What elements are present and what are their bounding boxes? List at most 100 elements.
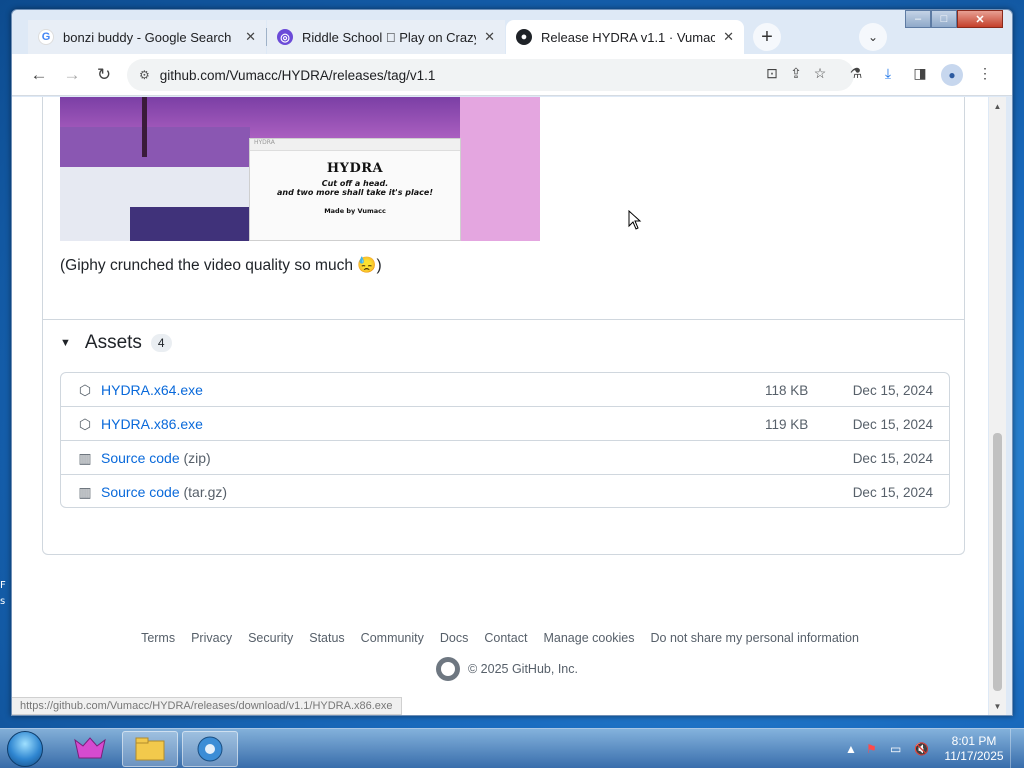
address-url[interactable]: github.com/Vumacc/HYDRA/releases/tag/v1.… <box>160 68 436 83</box>
downloads-icon[interactable]: ⤓ <box>877 62 899 84</box>
action-center-flag-icon[interactable]: ⚑ <box>866 729 877 768</box>
share-icon[interactable]: ⇪ <box>785 62 807 84</box>
mouse-cursor-icon <box>628 210 642 230</box>
footer-link-manage-cookies[interactable]: Manage cookies <box>543 631 634 645</box>
footer-link-do-not-share[interactable]: Do not share my personal information <box>651 631 859 645</box>
package-icon: ⬡ <box>78 381 92 398</box>
browser-toolbar: ← → ↻ ⚙ github.com/Vumacc/HYDRA/releases… <box>12 54 1012 96</box>
tab-title: Riddle School   Play on CrazyG <box>302 29 477 45</box>
gif-dialog-line1: Cut off a head. <box>321 179 389 188</box>
file-zip-icon: ▥ <box>78 449 92 466</box>
github-logo-icon[interactable] <box>436 657 460 681</box>
crazygames-icon: ◎ <box>277 29 293 45</box>
copyright-text: © 2025 GitHub, Inc. <box>468 662 578 676</box>
back-icon[interactable]: ← <box>26 62 52 88</box>
link-status-bubble: https://github.com/Vumacc/HYDRA/releases… <box>12 697 402 715</box>
reload-icon[interactable]: ↻ <box>91 62 117 88</box>
bonzi-logo-icon <box>74 737 106 759</box>
maximize-button[interactable]: □ <box>931 10 957 28</box>
asset-size: 119 KB <box>765 417 809 432</box>
asset-link[interactable]: Source code (zip) <box>101 450 211 466</box>
page-viewport: HYDRA HYDRA Cut off a head. and two more… <box>12 97 988 715</box>
install-app-icon[interactable]: ⊡ <box>761 62 783 84</box>
browser-globe-icon <box>197 736 223 762</box>
gif-dialog-titlebar: HYDRA <box>250 139 460 151</box>
start-button[interactable] <box>7 731 43 767</box>
asset-link[interactable]: HYDRA.x64.exe <box>101 382 203 398</box>
asset-row: ▥ Source code (zip) Dec 15, 2024 <box>61 441 949 475</box>
bonzi-app-icon[interactable] <box>62 731 118 767</box>
assets-heading: Assets <box>84 332 142 353</box>
asset-size: 118 KB <box>765 383 809 398</box>
desktop-edge-label: F <box>0 580 6 591</box>
footer-link-status[interactable]: Status <box>309 631 344 645</box>
desktop-edge-label: s <box>0 596 6 607</box>
bookmark-star-icon[interactable]: ☆ <box>809 62 831 84</box>
system-clock[interactable]: 8:01 PM 11/17/2025 <box>944 734 1004 764</box>
show-hidden-icons-icon[interactable]: ▲ <box>845 729 857 768</box>
close-tab-icon[interactable]: ✕ <box>484 29 495 45</box>
footer-link-privacy[interactable]: Privacy <box>191 631 232 645</box>
taskbar: ▲ ⚑ ▭ 🔇 8:01 PM 11/17/2025 <box>0 728 1024 768</box>
gif-dialog-heading: HYDRA <box>326 161 384 176</box>
network-icon[interactable]: ▭ <box>890 729 901 768</box>
release-caption: (Giphy crunched the video quality so muc… <box>60 257 382 274</box>
disclosure-triangle-icon[interactable]: ▼ <box>60 337 71 349</box>
assets-list: ⬡ HYDRA.x64.exe 118 KB Dec 15, 2024 ⬡ HY… <box>60 372 950 508</box>
tab-hydra-release[interactable]: ● Release HYDRA v1.1 · Vumacc/H ✕ <box>506 20 744 54</box>
asset-date: Dec 15, 2024 <box>852 417 933 432</box>
tab-strip: G bonzi buddy - Google Search ✕ ◎ Riddle… <box>12 10 1012 54</box>
tab-title: Release HYDRA v1.1 · Vumacc/H <box>541 29 716 45</box>
footer-links: Terms Privacy Security Status Community … <box>12 631 988 645</box>
volume-muted-icon[interactable]: 🔇 <box>914 729 929 768</box>
clock-time: 8:01 PM <box>951 734 997 748</box>
scrollbar-thumb[interactable] <box>993 433 1002 691</box>
footer-link-docs[interactable]: Docs <box>440 631 468 645</box>
asset-date: Dec 15, 2024 <box>852 383 933 398</box>
menu-kebab-icon[interactable]: ⋮ <box>974 62 996 84</box>
close-window-button[interactable]: ✕ <box>957 10 1003 28</box>
release-card: HYDRA HYDRA Cut off a head. and two more… <box>42 97 965 555</box>
labs-flask-icon[interactable]: ⚗ <box>845 62 867 84</box>
gif-hydra-dialog: HYDRA HYDRA Cut off a head. and two more… <box>249 138 461 241</box>
footer-link-community[interactable]: Community <box>361 631 424 645</box>
asset-link[interactable]: Source code (tar.gz) <box>101 484 227 500</box>
google-icon: G <box>38 29 54 45</box>
close-tab-icon[interactable]: ✕ <box>245 29 256 45</box>
footer-link-contact[interactable]: Contact <box>484 631 527 645</box>
address-bar[interactable]: ⚙ github.com/Vumacc/HYDRA/releases/tag/v… <box>127 59 854 91</box>
folder-icon <box>135 737 165 761</box>
close-tab-icon[interactable]: ✕ <box>723 29 734 45</box>
tab-google-search[interactable]: G bonzi buddy - Google Search ✕ <box>28 20 266 54</box>
file-explorer-taskbar-button[interactable] <box>122 731 178 767</box>
scroll-down-arrow-icon[interactable]: ▼ <box>989 699 1006 713</box>
assets-count-badge: 4 <box>150 334 172 352</box>
new-tab-button[interactable]: + <box>753 23 781 51</box>
minimize-button[interactable]: ‒ <box>905 10 931 28</box>
side-panel-icon[interactable]: ◨ <box>909 62 931 84</box>
browser-window: G bonzi buddy - Google Search ✕ ◎ Riddle… <box>11 9 1013 716</box>
tab-search-button[interactable]: ⌄ <box>859 23 887 51</box>
github-icon: ● <box>516 29 532 45</box>
gif-dialog-credit: Made by Vumacc <box>324 207 386 215</box>
asset-row: ⬡ HYDRA.x64.exe 118 KB Dec 15, 2024 <box>61 373 949 407</box>
scroll-up-arrow-icon[interactable]: ▲ <box>989 99 1006 113</box>
tab-riddle-school[interactable]: ◎ Riddle School   Play on CrazyG ✕ <box>267 20 505 54</box>
section-divider <box>43 319 964 320</box>
asset-link[interactable]: HYDRA.x86.exe <box>101 416 203 432</box>
asset-date: Dec 15, 2024 <box>852 485 933 500</box>
gif-dialog-line2: and two more shall take it's place! <box>277 188 433 197</box>
asset-row: ▥ Source code (tar.gz) Dec 15, 2024 <box>61 475 949 507</box>
show-desktop-button[interactable] <box>1010 729 1024 768</box>
release-gif-image: HYDRA HYDRA Cut off a head. and two more… <box>60 97 540 241</box>
page-scrollbar[interactable]: ▲ ▼ <box>989 97 1006 715</box>
profile-avatar[interactable]: ● <box>941 64 963 86</box>
footer-link-security[interactable]: Security <box>248 631 293 645</box>
tab-title: bonzi buddy - Google Search <box>63 29 232 45</box>
asset-row: ⬡ HYDRA.x86.exe 119 KB Dec 15, 2024 <box>61 407 949 441</box>
site-info-icon[interactable]: ⚙ <box>139 68 150 82</box>
chrome-taskbar-button[interactable] <box>182 731 238 767</box>
forward-icon[interactable]: → <box>59 62 85 88</box>
assets-summary[interactable]: ▼ Assets 4 <box>60 332 172 354</box>
footer-link-terms[interactable]: Terms <box>141 631 175 645</box>
